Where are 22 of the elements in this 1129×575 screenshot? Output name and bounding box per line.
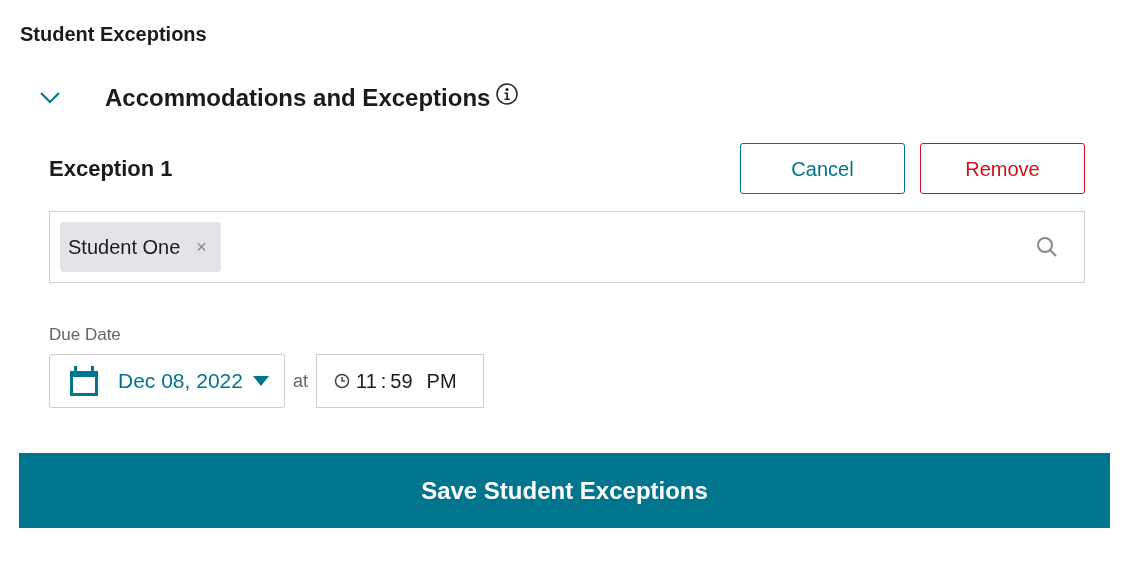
chip-label: Student One — [68, 235, 181, 260]
section-heading: Accommodations and Exceptions — [105, 83, 491, 113]
info-icon[interactable] — [496, 83, 519, 105]
date-picker[interactable]: Dec 08, 2022 — [49, 354, 285, 408]
student-search-field[interactable]: Student One × — [49, 211, 1085, 283]
search-icon — [1036, 236, 1058, 258]
hour-value: 11 — [356, 369, 377, 394]
remove-button[interactable]: Remove — [920, 143, 1085, 194]
exception-heading: Exception 1 — [49, 154, 173, 183]
due-date-label: Due Date — [49, 324, 121, 346]
at-label: at — [293, 369, 308, 393]
time-separator: : — [380, 369, 387, 394]
time-field[interactable]: 11 : 59 PM — [316, 354, 484, 408]
minute-value: 59 — [390, 369, 413, 394]
save-button[interactable]: Save Student Exceptions — [19, 453, 1110, 528]
period-value: PM — [426, 369, 457, 394]
cancel-button[interactable]: Cancel — [740, 143, 905, 194]
clock-icon — [334, 373, 350, 389]
dropdown-caret-icon — [252, 376, 269, 386]
calendar-icon — [70, 366, 98, 396]
page-title: Student Exceptions — [20, 22, 207, 47]
chip-remove-button[interactable]: × — [196, 233, 207, 261]
